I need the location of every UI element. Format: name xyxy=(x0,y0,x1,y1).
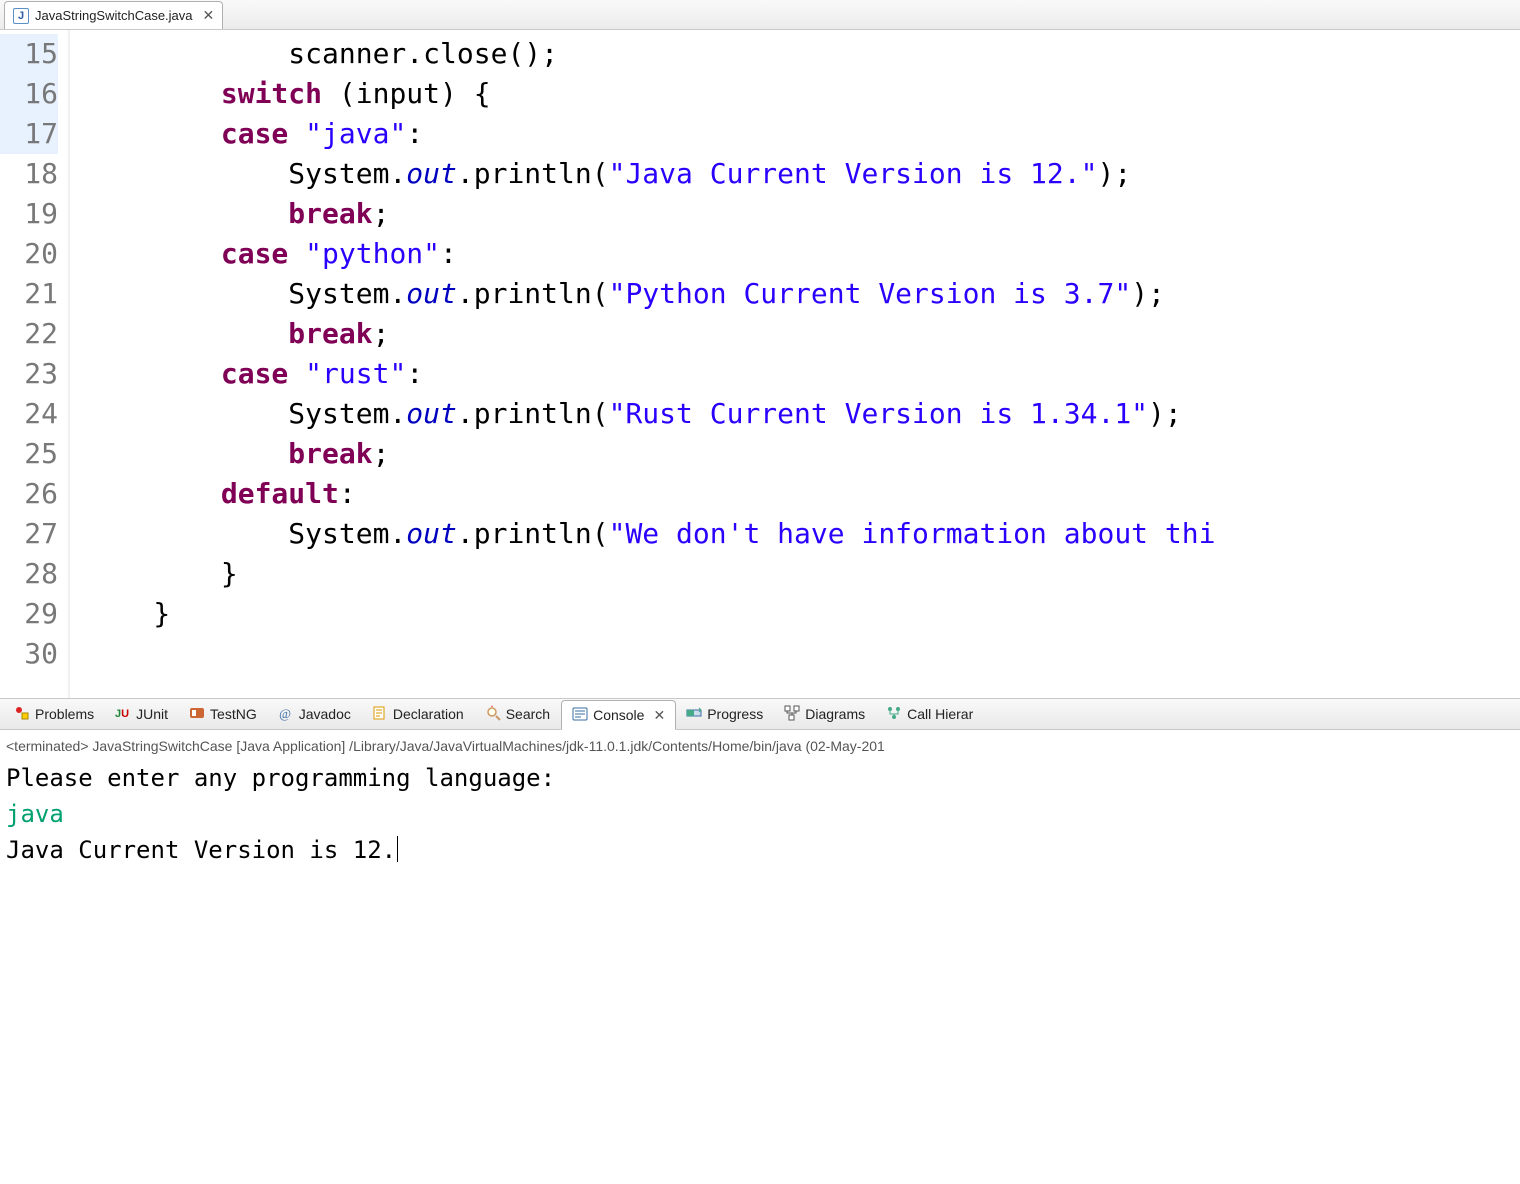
code-line[interactable]: case "python": xyxy=(86,234,1215,274)
svg-text:JU: JU xyxy=(115,708,129,720)
tab-label: Console xyxy=(593,707,644,723)
line-number: 16 xyxy=(0,74,58,114)
code-line[interactable]: System.out.println("Rust Current Version… xyxy=(86,394,1215,434)
bottom-view-tab-bar: Problems JU JUnit TestNG @ Javadoc Declaration… xyxy=(0,698,1520,730)
console-line: java xyxy=(6,796,1514,832)
console-process-header: <terminated> JavaStringSwitchCase [Java … xyxy=(6,738,1514,754)
code-line[interactable]: System.out.println("Java Current Version… xyxy=(86,154,1215,194)
line-number: 22 xyxy=(0,314,58,354)
junit-icon: JU xyxy=(115,705,131,724)
tab-declaration[interactable]: Declaration xyxy=(362,699,475,729)
line-number: 18 xyxy=(0,154,58,194)
line-number: 21 xyxy=(0,274,58,314)
code-line[interactable]: break; xyxy=(86,434,1215,474)
line-number: 19 xyxy=(0,194,58,234)
problems-icon xyxy=(14,705,30,724)
line-number: 25 xyxy=(0,434,58,474)
tab-label: Problems xyxy=(35,706,94,722)
tab-label: Declaration xyxy=(393,706,464,722)
code-content[interactable]: scanner.close(); switch (input) { case "… xyxy=(70,30,1215,698)
line-number: 20 xyxy=(0,234,58,274)
editor-tab-bar: J JavaStringSwitchCase.java ✕ xyxy=(0,0,1520,30)
java-file-icon: J xyxy=(13,8,29,24)
console-icon xyxy=(572,706,588,725)
code-line[interactable]: break; xyxy=(86,314,1215,354)
line-number: 17 xyxy=(0,114,58,154)
testng-icon xyxy=(189,705,205,724)
diagrams-icon xyxy=(784,705,800,724)
code-line[interactable]: case "rust": xyxy=(86,354,1215,394)
declaration-icon xyxy=(372,705,388,724)
editor-tab-java-file[interactable]: J JavaStringSwitchCase.java ✕ xyxy=(4,1,223,29)
line-number: 26 xyxy=(0,474,58,514)
line-number: 27 xyxy=(0,514,58,554)
console-line: Please enter any programming language: xyxy=(6,760,1514,796)
code-line[interactable]: switch (input) { xyxy=(86,74,1215,114)
progress-icon xyxy=(686,705,702,724)
tab-label: TestNG xyxy=(210,706,257,722)
search-icon xyxy=(485,705,501,724)
line-number-gutter: 15161718192021222324252627282930 xyxy=(0,30,70,698)
code-line[interactable]: System.out.println("We don't have inform… xyxy=(86,514,1215,554)
line-number: 29 xyxy=(0,594,58,634)
call-hierarchy-icon xyxy=(886,705,902,724)
code-line[interactable]: System.out.println("Python Current Versi… xyxy=(86,274,1215,314)
line-number: 28 xyxy=(0,554,58,594)
console-output[interactable]: Please enter any programming language:ja… xyxy=(6,760,1514,868)
code-line[interactable]: case "java": xyxy=(86,114,1215,154)
tab-label: Javadoc xyxy=(299,706,351,722)
tab-problems[interactable]: Problems xyxy=(4,699,105,729)
tab-label: JUnit xyxy=(136,706,168,722)
console-view[interactable]: <terminated> JavaStringSwitchCase [Java … xyxy=(0,730,1520,868)
close-icon[interactable]: ✕ xyxy=(653,707,665,724)
code-line[interactable]: scanner.close(); xyxy=(86,34,1215,74)
code-line[interactable]: } xyxy=(86,594,1215,634)
line-number: 15 xyxy=(0,34,58,74)
editor-tab-filename: JavaStringSwitchCase.java xyxy=(35,8,193,23)
line-number: 23 xyxy=(0,354,58,394)
tab-search[interactable]: Search xyxy=(475,699,561,729)
javadoc-icon: @ xyxy=(278,705,294,724)
line-number: 30 xyxy=(0,634,58,674)
svg-text:@: @ xyxy=(279,706,291,721)
text-caret xyxy=(397,836,398,862)
code-line[interactable]: default: xyxy=(86,474,1215,514)
close-icon[interactable]: ✕ xyxy=(203,7,215,24)
tab-console[interactable]: Console ✕ xyxy=(561,700,676,730)
tab-label: Diagrams xyxy=(805,706,865,722)
tab-diagrams[interactable]: Diagrams xyxy=(774,699,876,729)
tab-callhier[interactable]: Call Hierar xyxy=(876,699,984,729)
code-line[interactable]: } xyxy=(86,554,1215,594)
tab-progress[interactable]: Progress xyxy=(676,699,774,729)
tab-label: Call Hierar xyxy=(907,706,973,722)
tab-javadoc[interactable]: @ Javadoc xyxy=(268,699,362,729)
tab-label: Progress xyxy=(707,706,763,722)
code-editor[interactable]: 15161718192021222324252627282930 scanner… xyxy=(0,30,1520,698)
console-line: Java Current Version is 12. xyxy=(6,832,1514,868)
code-line[interactable]: break; xyxy=(86,194,1215,234)
tab-junit[interactable]: JU JUnit xyxy=(105,699,179,729)
tab-label: Search xyxy=(506,706,550,722)
tab-testng[interactable]: TestNG xyxy=(179,699,268,729)
line-number: 24 xyxy=(0,394,58,434)
